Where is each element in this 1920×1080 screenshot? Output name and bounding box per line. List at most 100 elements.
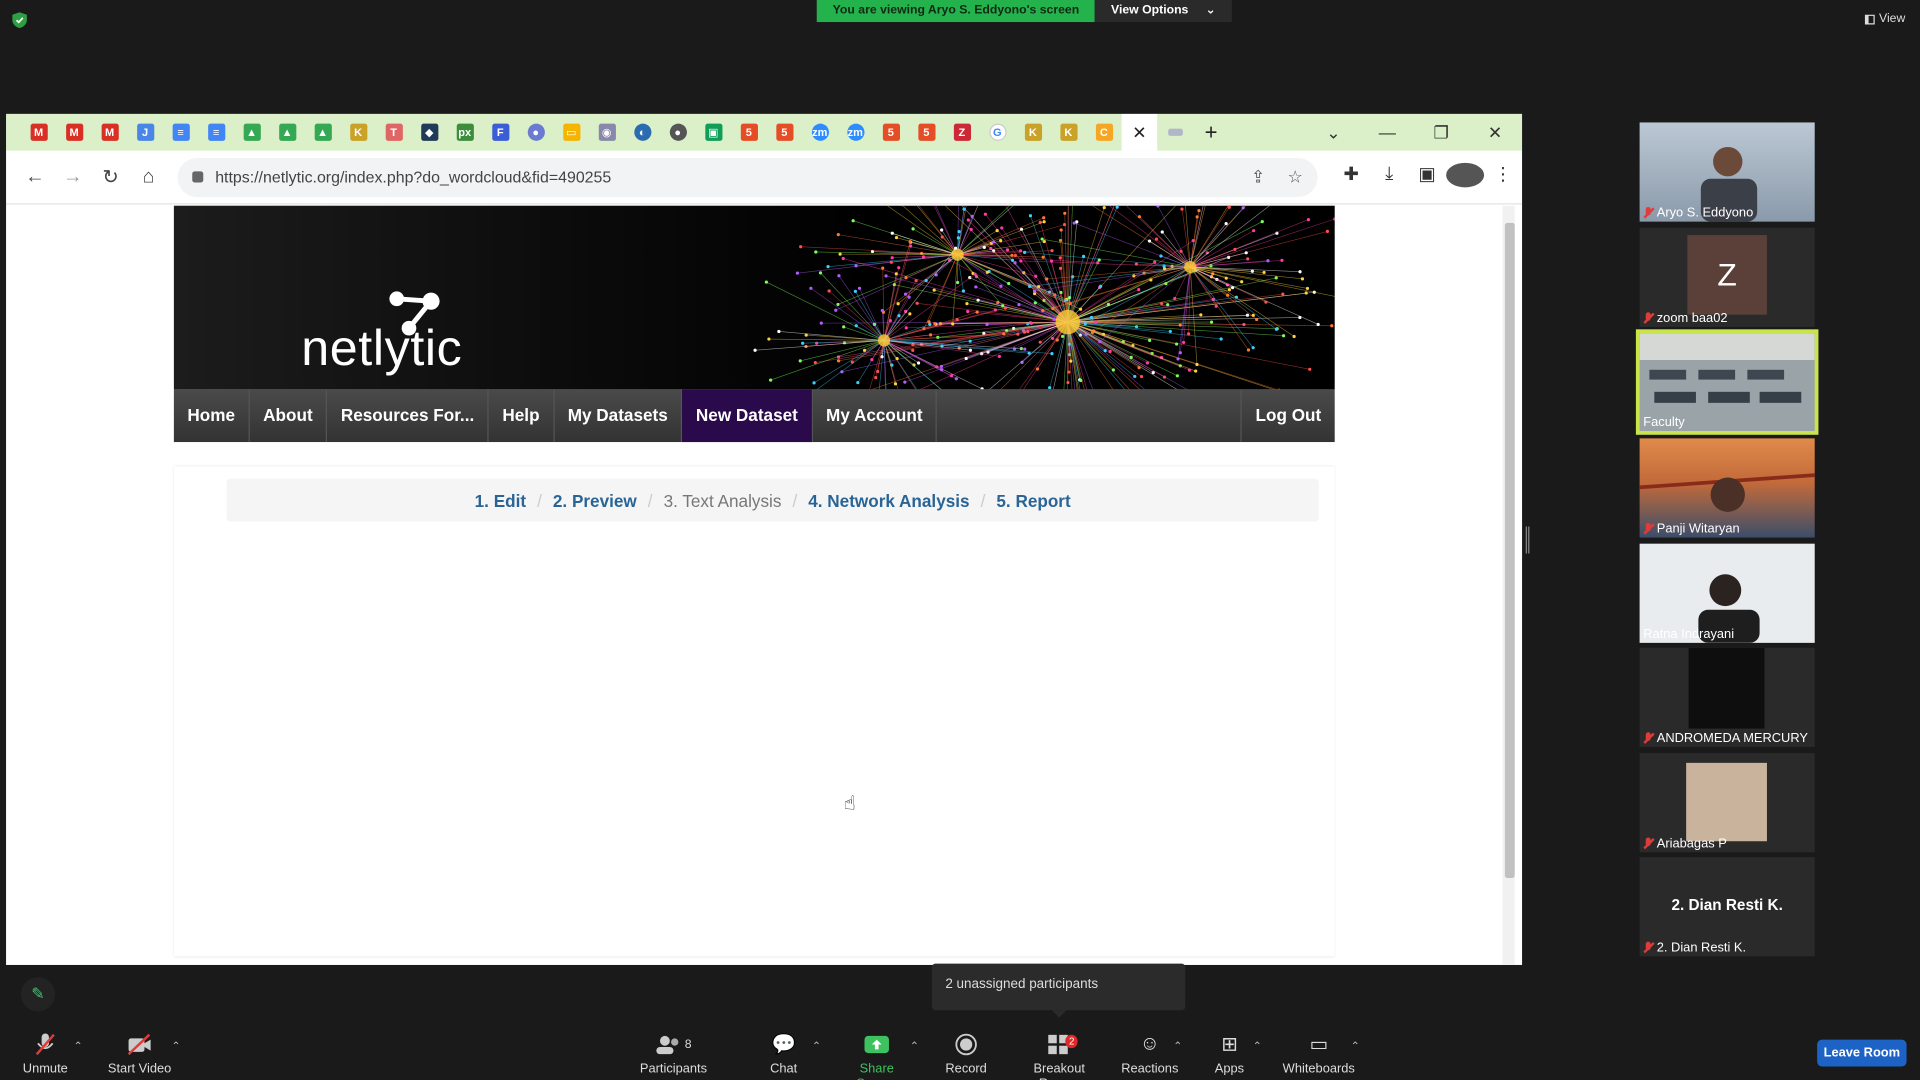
tab[interactable]: M xyxy=(92,114,128,151)
tab[interactable]: ▭ xyxy=(553,114,589,151)
step-edit[interactable]: 1. Edit xyxy=(475,490,526,510)
whiteboards-caret-icon[interactable]: ⌃ xyxy=(1351,1040,1360,1053)
view-button[interactable]: View xyxy=(1864,12,1905,26)
tab[interactable]: C xyxy=(1086,114,1122,151)
step-report[interactable]: 5. Report xyxy=(996,490,1070,510)
page-scrollbar[interactable] xyxy=(1502,205,1515,965)
tab[interactable]: ▲ xyxy=(305,114,341,151)
participant-tile[interactable]: Ariabagas P xyxy=(1639,753,1815,853)
new-tab-icon[interactable]: + xyxy=(1193,119,1230,145)
nav-home[interactable]: Home xyxy=(174,389,250,443)
participant-tile[interactable]: Aryo S. Eddyono xyxy=(1639,122,1815,222)
minimize-icon[interactable]: — xyxy=(1360,122,1414,142)
profile-avatar[interactable] xyxy=(1446,162,1485,191)
restore-icon[interactable]: ❐ xyxy=(1414,122,1468,143)
audio-options-caret-icon[interactable]: ⌃ xyxy=(73,1040,82,1053)
tab[interactable]: zm xyxy=(838,114,874,151)
record-button[interactable]: Record xyxy=(943,1032,990,1076)
participants-button[interactable]: 8 Participants xyxy=(639,1032,708,1076)
participant-tile[interactable]: Ratna Indrayani xyxy=(1639,543,1815,643)
tab[interactable]: 5 xyxy=(909,114,945,151)
participant-tile[interactable]: Z zoom baa02 xyxy=(1639,227,1815,327)
apps-button[interactable]: ⊞ Apps xyxy=(1210,1032,1249,1077)
forward-icon[interactable]: → xyxy=(54,166,92,188)
tab[interactable]: ▲ xyxy=(234,114,270,151)
view-options-button[interactable]: View Options ⌄ xyxy=(1095,0,1232,23)
tab[interactable] xyxy=(1157,114,1193,151)
step-preview[interactable]: 2. Preview xyxy=(553,490,637,510)
tab[interactable]: ≡ xyxy=(198,114,234,151)
tab[interactable]: K xyxy=(1051,114,1087,151)
nav-my-datasets[interactable]: My Datasets xyxy=(554,389,683,443)
tab[interactable]: K xyxy=(1015,114,1051,151)
nav-log-out[interactable]: Log Out xyxy=(1240,389,1335,443)
chat-options-caret-icon[interactable]: ⌃ xyxy=(812,1040,821,1053)
panel-resize-handle[interactable] xyxy=(1525,526,1530,554)
tab[interactable]: 5 xyxy=(731,114,767,151)
tab[interactable]: J xyxy=(127,114,163,151)
participant-tile[interactable]: 2. Dian Resti K. 2. Dian Resti K. xyxy=(1639,857,1815,957)
tab[interactable]: px xyxy=(447,114,483,151)
tab[interactable]: M xyxy=(21,114,57,151)
annotate-pencil-icon[interactable]: ✎ xyxy=(20,977,56,1012)
nav-my-account[interactable]: My Account xyxy=(813,389,938,443)
nav-resources[interactable]: Resources For... xyxy=(327,389,489,443)
chat-button[interactable]: 💬 Chat xyxy=(759,1032,808,1077)
share-options-caret-icon[interactable]: ⌃ xyxy=(910,1040,919,1053)
start-video-button[interactable]: Start Video xyxy=(105,1032,174,1076)
tab[interactable]: ≡ xyxy=(163,114,199,151)
tab[interactable]: ● xyxy=(518,114,554,151)
menu-kebab-icon[interactable]: ⋮ xyxy=(1484,162,1522,191)
netlytic-logo[interactable]: netlytic xyxy=(301,320,462,378)
bookmark-star-icon[interactable]: ☆ xyxy=(1287,167,1302,188)
back-icon[interactable]: ← xyxy=(16,166,54,188)
close-window-icon[interactable]: ✕ xyxy=(1468,122,1522,143)
home-icon[interactable]: ⌂ xyxy=(130,166,168,188)
reactions-button[interactable]: ☺ Reactions xyxy=(1119,1032,1180,1076)
tab-search-icon[interactable]: ⌄ xyxy=(1307,122,1361,143)
nav-help[interactable]: Help xyxy=(489,389,555,443)
tab[interactable]: G xyxy=(980,114,1016,151)
tab[interactable]: 5 xyxy=(767,114,803,151)
leave-room-button[interactable]: Leave Room xyxy=(1817,1039,1907,1067)
tab[interactable]: ◉ xyxy=(589,114,625,151)
nav-about[interactable]: About xyxy=(250,389,328,443)
address-bar[interactable]: https://netlytic.org/index.php?do_wordcl… xyxy=(177,157,1318,197)
extensions-icon[interactable]: ✚ xyxy=(1332,162,1370,191)
tab[interactable]: zm xyxy=(802,114,838,151)
side-panel-icon[interactable]: ▣ xyxy=(1408,162,1446,191)
docs-icon: ≡ xyxy=(172,123,190,141)
tab[interactable]: T xyxy=(376,114,412,151)
participant-tile-selected[interactable]: Faculty xyxy=(1635,329,1819,435)
tab[interactable]: ● xyxy=(660,114,696,151)
tab[interactable]: 5 xyxy=(873,114,909,151)
tab[interactable]: F xyxy=(482,114,518,151)
whiteboards-button[interactable]: ▭ Whiteboards xyxy=(1281,1032,1357,1077)
scrollbar-thumb[interactable] xyxy=(1504,222,1515,878)
step-network-analysis[interactable]: 4. Network Analysis xyxy=(808,490,969,510)
participant-tile[interactable]: Panji Witaryan xyxy=(1639,438,1815,538)
nav-new-dataset[interactable]: New Dataset xyxy=(682,389,813,443)
security-shield-icon[interactable] xyxy=(12,12,27,29)
tab[interactable]: ▲ xyxy=(269,114,305,151)
share-screen-button[interactable]: Share Screen xyxy=(840,1032,913,1080)
participant-name: Faculty xyxy=(1643,415,1685,430)
breakout-rooms-button[interactable]: Breakout Rooms xyxy=(1011,1032,1107,1080)
unassigned-participants-tooltip[interactable]: 2 unassigned participants xyxy=(931,963,1186,1018)
participant-tile[interactable]: ANDROMEDA MERCURY xyxy=(1639,647,1815,747)
active-tab-close-icon[interactable]: ✕ xyxy=(1121,113,1158,151)
share-icon[interactable]: ⇪ xyxy=(1251,167,1265,188)
tab[interactable]: M xyxy=(56,114,92,151)
unmute-button[interactable]: Unmute xyxy=(17,1032,73,1076)
tab[interactable]: ◆ xyxy=(411,114,447,151)
tab[interactable]: ▣ xyxy=(696,114,732,151)
tab[interactable]: K xyxy=(340,114,376,151)
apps-caret-icon[interactable]: ⌃ xyxy=(1253,1040,1262,1053)
download-icon[interactable]: ⤓ xyxy=(1370,162,1408,191)
video-options-caret-icon[interactable]: ⌃ xyxy=(171,1040,180,1053)
tab[interactable]: ◐ xyxy=(624,114,660,151)
tab[interactable]: Z xyxy=(944,114,980,151)
reload-icon[interactable]: ↻ xyxy=(92,165,130,189)
lock-icon[interactable] xyxy=(191,171,203,183)
reactions-caret-icon[interactable]: ⌃ xyxy=(1173,1040,1182,1053)
